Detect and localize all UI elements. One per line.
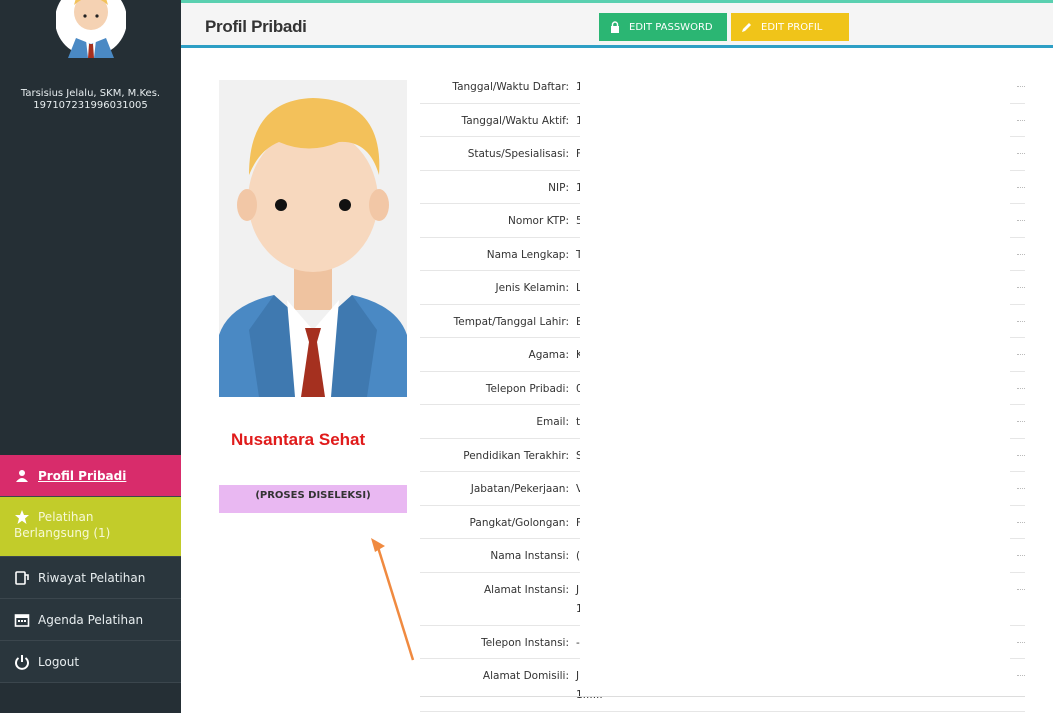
user-name: Tarsisius Jelalu, SKM, M.Kes. — [20, 88, 161, 99]
row-end-marker — [1017, 287, 1025, 288]
field-label: Jabatan/Pekerjaan: — [470, 483, 569, 495]
sidebar-item-profil-pribadi[interactable]: Profil Pribadi — [0, 455, 181, 497]
row-end-marker — [1017, 641, 1025, 643]
sidebar-item-label: Agenda Pelatihan — [38, 612, 144, 627]
field-label: Alamat Instansi: — [483, 583, 569, 596]
field-label: Alamat Domisili: — [482, 670, 569, 682]
sidebar-item-label: Profil Pribadi — [38, 468, 127, 483]
sidebar-item-label: Logout — [38, 654, 80, 669]
edit-profil-button[interactable]: EDIT PROFIL — [731, 13, 849, 41]
field-label: Telepon Pribadi: — [485, 382, 569, 395]
label-line-1: Pelatihan — [38, 510, 94, 524]
sidebar-item-pelatihan-berlangsung[interactable]: Pelatihan Berlangsung (1) — [0, 497, 181, 557]
sidebar-item-agenda-pelatihan[interactable]: Agenda Pelatihan — [0, 599, 181, 641]
field-label: Pangkat/Golongan: — [469, 516, 569, 529]
sidebar-item-label: Riwayat Pelatihan — [38, 570, 146, 585]
edit-password-label: EDIT PASSWORD — [629, 21, 713, 33]
row-end-marker — [1017, 186, 1025, 188]
field-label: Nomor KTP: — [508, 215, 569, 227]
row-end-marker — [1017, 119, 1025, 121]
status-badge: (PROSES DISELEKSI) — [219, 485, 407, 513]
field-label: Tanggal/Waktu Daftar: — [452, 81, 569, 93]
lock-icon — [609, 21, 621, 33]
row-end-marker — [1017, 421, 1025, 422]
sidebar-item-riwayat-pelatihan[interactable]: Riwayat Pelatihan — [0, 557, 181, 599]
row-end-marker — [1017, 320, 1025, 322]
pencil-icon — [741, 21, 753, 33]
field-label: Nama Instansi: — [490, 550, 569, 562]
user-nip: 197107231996031005 — [33, 100, 148, 111]
row-end-marker — [1017, 387, 1025, 389]
star-icon — [14, 509, 30, 525]
sidebar-item-label: Pelatihan Berlangsung (1) — [14, 509, 110, 541]
user-avatar[interactable] — [56, 0, 126, 58]
row-end-marker — [1017, 86, 1025, 87]
field-label: Email: — [536, 416, 569, 428]
row-end-marker — [1017, 555, 1025, 556]
profile-photo — [219, 80, 407, 397]
sidebar: Tarsisius Jelalu, SKM, M.Kes. 1971072319… — [0, 0, 181, 713]
field-label: Tanggal/Waktu Aktif: — [461, 114, 569, 127]
field-label: Agama: — [528, 349, 569, 361]
overlay-annotation-text: Nusantara Sehat — [231, 430, 366, 449]
redacted-values-area — [580, 70, 1010, 695]
field-label: Pendidikan Terakhir: — [463, 449, 569, 462]
calendar-icon — [14, 612, 30, 628]
field-value: J — [576, 670, 580, 682]
field-label: Nama Lengkap: — [486, 248, 569, 261]
label-line-2: Berlangsung (1) — [14, 526, 111, 540]
history-icon — [14, 570, 30, 586]
sidebar-item-logout[interactable]: Logout — [0, 641, 181, 683]
page-header: Profil Pribadi EDIT PASSWORD EDIT PROFIL — [181, 0, 1053, 48]
row-end-marker — [1017, 153, 1025, 154]
profile-content: Nusantara Sehat (PROSES DISELEKSI) Tangg… — [181, 48, 1053, 713]
power-icon — [14, 654, 30, 670]
row-end-marker — [1017, 675, 1025, 676]
edit-password-button[interactable]: EDIT PASSWORD — [599, 13, 727, 41]
field-label: Tempat/Tanggal Lahir: — [453, 315, 569, 328]
row-end-marker — [1017, 588, 1025, 590]
page-title: Profil Pribadi — [205, 17, 307, 36]
field-label: Telepon Instansi: — [481, 636, 569, 649]
users-icon — [14, 468, 30, 484]
field-label: Jenis Kelamin: — [495, 282, 569, 294]
row-end-marker — [1017, 454, 1025, 456]
field-label: Status/Spesialisasi: — [467, 148, 569, 160]
field-label: NIP: — [548, 181, 569, 194]
row-end-marker — [1017, 253, 1025, 255]
edit-profil-label: EDIT PROFIL — [761, 21, 823, 33]
row-end-marker — [1017, 354, 1025, 355]
field-value: J — [576, 583, 580, 596]
row-end-marker — [1017, 488, 1025, 489]
sidebar-menu: Profil Pribadi Pelatihan Berlangsung (1)… — [0, 455, 181, 683]
row-end-marker — [1017, 521, 1025, 523]
row-end-marker — [1017, 220, 1025, 221]
table-bottom-border — [420, 696, 1025, 697]
